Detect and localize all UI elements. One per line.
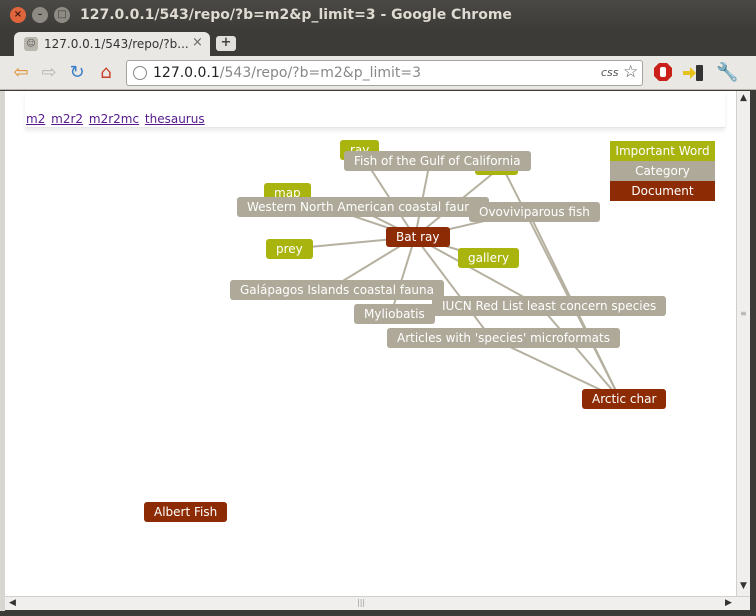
address-bar[interactable]: 127.0.0.1/543/repo/?b=m2&p_limit=3 css ☆ — [126, 60, 643, 86]
window-close-button[interactable]: × — [10, 7, 26, 23]
url-path: /543/repo/?b=m2&p_limit=3 — [219, 65, 422, 81]
graph-node-western-north-american-coastal-fauna[interactable]: Western North American coastal fauna — [237, 197, 490, 217]
device-extension-icon[interactable] — [682, 62, 704, 84]
forward-arrow-icon[interactable]: ⇨ — [38, 62, 60, 84]
scroll-left-arrow-icon[interactable]: ◀ — [9, 598, 16, 608]
css-extension-badge[interactable]: css — [601, 66, 619, 79]
page-favicon-icon: ☺ — [24, 37, 38, 51]
graph-node-arctic-char[interactable]: Arctic char — [582, 389, 667, 409]
scroll-up-arrow-icon[interactable]: ▲ — [740, 93, 747, 103]
graph-node-fish-gulf-of-california[interactable]: Fish of the Gulf of California — [344, 151, 531, 171]
graph-node-prey[interactable]: prey — [266, 239, 313, 259]
wrench-menu-icon[interactable]: 🔧 — [716, 62, 738, 84]
page-content: m2 m2r2 m2r2mc thesaurus ray map prey ga… — [5, 91, 736, 596]
tab-strip: ☺ 127.0.0.1/543/repo/?b... × + — [0, 30, 756, 56]
bookmark-star-icon[interactable]: ☆ — [623, 62, 638, 82]
adblock-stop-icon[interactable] — [652, 62, 674, 84]
legend-category: Category — [610, 161, 715, 181]
graph-node-galapagos-coastal-fauna[interactable]: Galápagos Islands coastal fauna — [230, 280, 444, 300]
browser-tab[interactable]: ☺ 127.0.0.1/543/repo/?b... × — [14, 32, 210, 56]
window-minimize-button[interactable]: – — [32, 7, 48, 23]
legend-document: Document [length] — [610, 181, 715, 218]
hscroll-grip-icon: ||| — [357, 598, 366, 607]
tab-title: 127.0.0.1/543/repo/?b... — [44, 37, 189, 51]
graph-legend: Important Word Category Document [length… — [610, 141, 715, 218]
graph-node-gallery[interactable]: gallery — [458, 248, 520, 268]
window-maximize-button[interactable]: □ — [54, 7, 70, 23]
new-tab-button[interactable]: + — [216, 36, 236, 51]
graph-node-myliobatis[interactable]: Myliobatis — [354, 304, 435, 324]
url-text: 127.0.0.1/543/repo/?b=m2&p_limit=3 — [153, 65, 421, 81]
window-titlebar: × – □ 127.0.0.1/543/repo/?b=m2&p_limit=3… — [0, 0, 756, 30]
back-arrow-icon[interactable]: ⇦ — [10, 62, 32, 84]
legend-important-word: Important Word — [610, 141, 715, 161]
graph-node-bat-ray[interactable]: Bat ray — [386, 227, 450, 247]
home-icon[interactable]: ⌂ — [95, 62, 117, 84]
window-title: 127.0.0.1/543/repo/?b=m2&p_limit=3 - Goo… — [80, 7, 512, 23]
scroll-grip-icon: ≡ — [740, 309, 747, 318]
url-host: 127.0.0.1 — [153, 65, 220, 81]
graph-node-articles-species-microformats[interactable]: Articles with 'species' microformats — [387, 328, 620, 348]
horizontal-scrollbar[interactable]: ◀ ||| ▶ — [5, 596, 750, 610]
graph-node-iucn-red-list[interactable]: IUCN Red List least concern species — [432, 296, 667, 316]
scroll-right-arrow-icon[interactable]: ▶ — [725, 598, 732, 608]
globe-icon — [133, 66, 147, 80]
tab-close-icon[interactable]: × — [192, 35, 203, 50]
graph-node-ovoviviparous-fish[interactable]: Ovoviviparous fish — [469, 202, 600, 222]
browser-toolbar: ⇦ ⇨ ↻ ⌂ 127.0.0.1/543/repo/?b=m2&p_limit… — [0, 56, 756, 90]
scroll-down-arrow-icon[interactable]: ▼ — [740, 581, 747, 591]
reload-icon[interactable]: ↻ — [66, 62, 88, 84]
graph-node-albert-fish[interactable]: Albert Fish — [144, 502, 228, 522]
vertical-scrollbar[interactable]: ▲ ≡ ▼ — [736, 91, 750, 596]
